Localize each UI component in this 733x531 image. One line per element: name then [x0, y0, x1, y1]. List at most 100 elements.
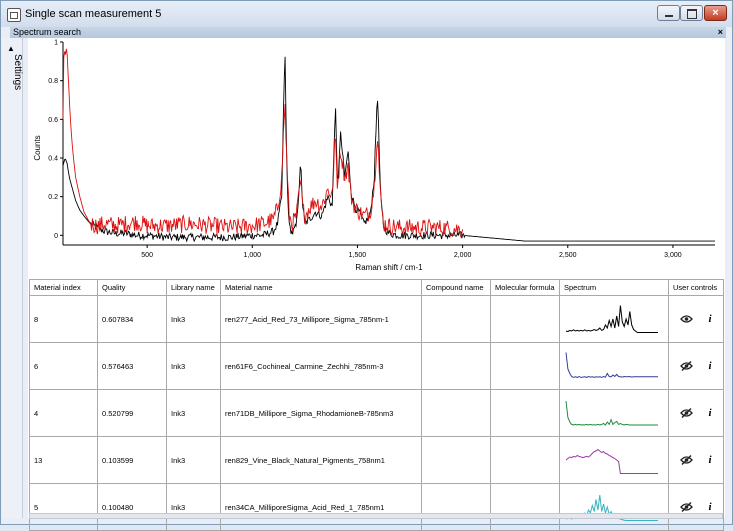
eye-icon[interactable]	[680, 314, 694, 324]
user-controls: i	[673, 360, 719, 372]
settings-expand-icon[interactable]: ▲	[7, 44, 15, 53]
cell-compound	[421, 342, 491, 390]
cell-user-controls: i	[668, 342, 724, 390]
cell-index: 6	[29, 342, 98, 390]
cell-compound	[421, 483, 491, 531]
cell-quality: 0.103599	[97, 436, 167, 484]
x-tick-label: 3,000	[664, 252, 682, 259]
x-tick-label: 1,000	[244, 252, 262, 259]
minimize-button[interactable]	[657, 5, 680, 21]
cell-spectrum	[559, 436, 669, 484]
cell-material: ren277_Acid_Red_73_Millipore_Sigma_785nm…	[220, 295, 422, 343]
cell-library: Ink3	[166, 483, 221, 531]
user-controls: i	[673, 501, 719, 513]
horizontal-scrollbar[interactable]	[29, 513, 723, 519]
spectrum-thumbnail	[565, 448, 658, 474]
user-controls: i	[673, 454, 719, 466]
cell-index: 5	[29, 483, 98, 531]
cell-spectrum	[559, 295, 669, 343]
cell-index: 4	[29, 389, 98, 437]
y-tick-label: 1	[54, 40, 58, 47]
cell-formula	[490, 436, 560, 484]
x-tick-label: 2,500	[559, 252, 577, 259]
panel-close-icon[interactable]: ×	[718, 27, 723, 38]
table-row[interactable]: 4 0.520799 Ink3 ren71DB_Millipore_Sigma_Rho…	[29, 389, 724, 437]
thumbnail-line	[565, 352, 658, 378]
thumbnail-line	[565, 448, 658, 474]
panel-title: Spectrum search	[13, 27, 82, 37]
y-tick-label: 0.6	[48, 117, 58, 124]
maximize-button[interactable]	[680, 5, 703, 21]
column-header[interactable]: Compound name	[421, 279, 491, 296]
settings-sidebar[interactable]: ▲ Settings	[2, 38, 23, 518]
spectrum-line	[62, 48, 464, 239]
cell-compound	[421, 389, 491, 437]
cell-index: 8	[29, 295, 98, 343]
cell-formula	[490, 389, 560, 437]
info-icon[interactable]: i	[708, 313, 711, 325]
cell-quality: 0.576463	[97, 342, 167, 390]
cell-spectrum	[559, 483, 669, 531]
cell-formula	[490, 342, 560, 390]
cell-formula	[490, 483, 560, 531]
cell-user-controls: i	[668, 483, 724, 531]
results-table: Material index Quality Library name Materia…	[29, 279, 724, 531]
y-tick-label: 0	[54, 233, 58, 240]
app-icon	[7, 8, 21, 22]
cell-user-controls: i	[668, 295, 724, 343]
table-body: 8 0.607834 Ink3 ren277_Acid_Red_73_Millipor…	[29, 295, 724, 531]
column-header[interactable]: Molecular formula	[490, 279, 560, 296]
window-title: Single scan measurement 5	[25, 8, 162, 20]
cell-material: ren829_Vine_Black_Natural_Pigments_758nm…	[220, 436, 422, 484]
table-row[interactable]: 6 0.576463 Ink3 ren61F6_Cochineal_Carmine_Z…	[29, 342, 724, 390]
spectrum-thumbnail	[565, 352, 658, 378]
user-controls: i	[673, 313, 719, 325]
x-axis-label: Raman shift / cm-1	[355, 263, 423, 272]
table-row[interactable]: 5 0.100480 Ink3 ren34CA_MilliporeSigma_Acid…	[29, 483, 724, 531]
cell-spectrum	[559, 342, 669, 390]
eye-off-icon[interactable]	[680, 361, 694, 371]
settings-label[interactable]: Settings	[12, 54, 23, 90]
info-icon[interactable]: i	[708, 454, 711, 466]
eye-off-icon[interactable]	[680, 502, 694, 512]
thumbnail-line	[565, 400, 658, 426]
column-header[interactable]: Material name	[220, 279, 422, 296]
column-header[interactable]: User controls	[668, 279, 724, 296]
main-window: Single scan measurement 5 × Spectrum sea…	[0, 0, 733, 531]
cell-user-controls: i	[668, 389, 724, 437]
spectrum-thumbnail	[565, 400, 658, 426]
spectrum-thumbnail	[565, 305, 658, 333]
table-header: Material index Quality Library name Materia…	[29, 279, 724, 296]
eye-off-icon[interactable]	[680, 455, 694, 465]
spectrum-search-header: Spectrum search ×	[10, 27, 726, 38]
table-row[interactable]: 13 0.103599 Ink3 ren829_Vine_Black_Natural_…	[29, 436, 724, 484]
cell-library: Ink3	[166, 342, 221, 390]
cell-compound	[421, 436, 491, 484]
thumbnail-line	[565, 305, 658, 333]
x-tick-label: 1,500	[349, 252, 367, 259]
close-icon: ×	[712, 7, 719, 19]
info-icon[interactable]: i	[708, 407, 711, 419]
x-tick-label: 2,000	[454, 252, 472, 259]
cell-library: Ink3	[166, 436, 221, 484]
cell-compound	[421, 295, 491, 343]
column-header[interactable]: Material index	[29, 279, 98, 296]
close-button[interactable]: ×	[704, 5, 727, 21]
column-header[interactable]: Library name	[166, 279, 221, 296]
user-controls: i	[673, 407, 719, 419]
y-tick-label: 0.8	[48, 78, 58, 85]
cell-user-controls: i	[668, 436, 724, 484]
cell-formula	[490, 295, 560, 343]
column-header[interactable]: Spectrum	[559, 279, 669, 296]
y-tick-label: 0.4	[48, 156, 58, 163]
info-icon[interactable]: i	[708, 360, 711, 372]
x-tick-label: 500	[141, 252, 153, 259]
column-header[interactable]: Quality	[97, 279, 167, 296]
spectrum-line	[62, 56, 715, 243]
eye-off-icon[interactable]	[680, 408, 694, 418]
cell-spectrum	[559, 389, 669, 437]
table-row[interactable]: 8 0.607834 Ink3 ren277_Acid_Red_73_Millipor…	[29, 295, 724, 343]
cell-quality: 0.520799	[97, 389, 167, 437]
info-icon[interactable]: i	[708, 501, 711, 513]
cell-library: Ink3	[166, 389, 221, 437]
